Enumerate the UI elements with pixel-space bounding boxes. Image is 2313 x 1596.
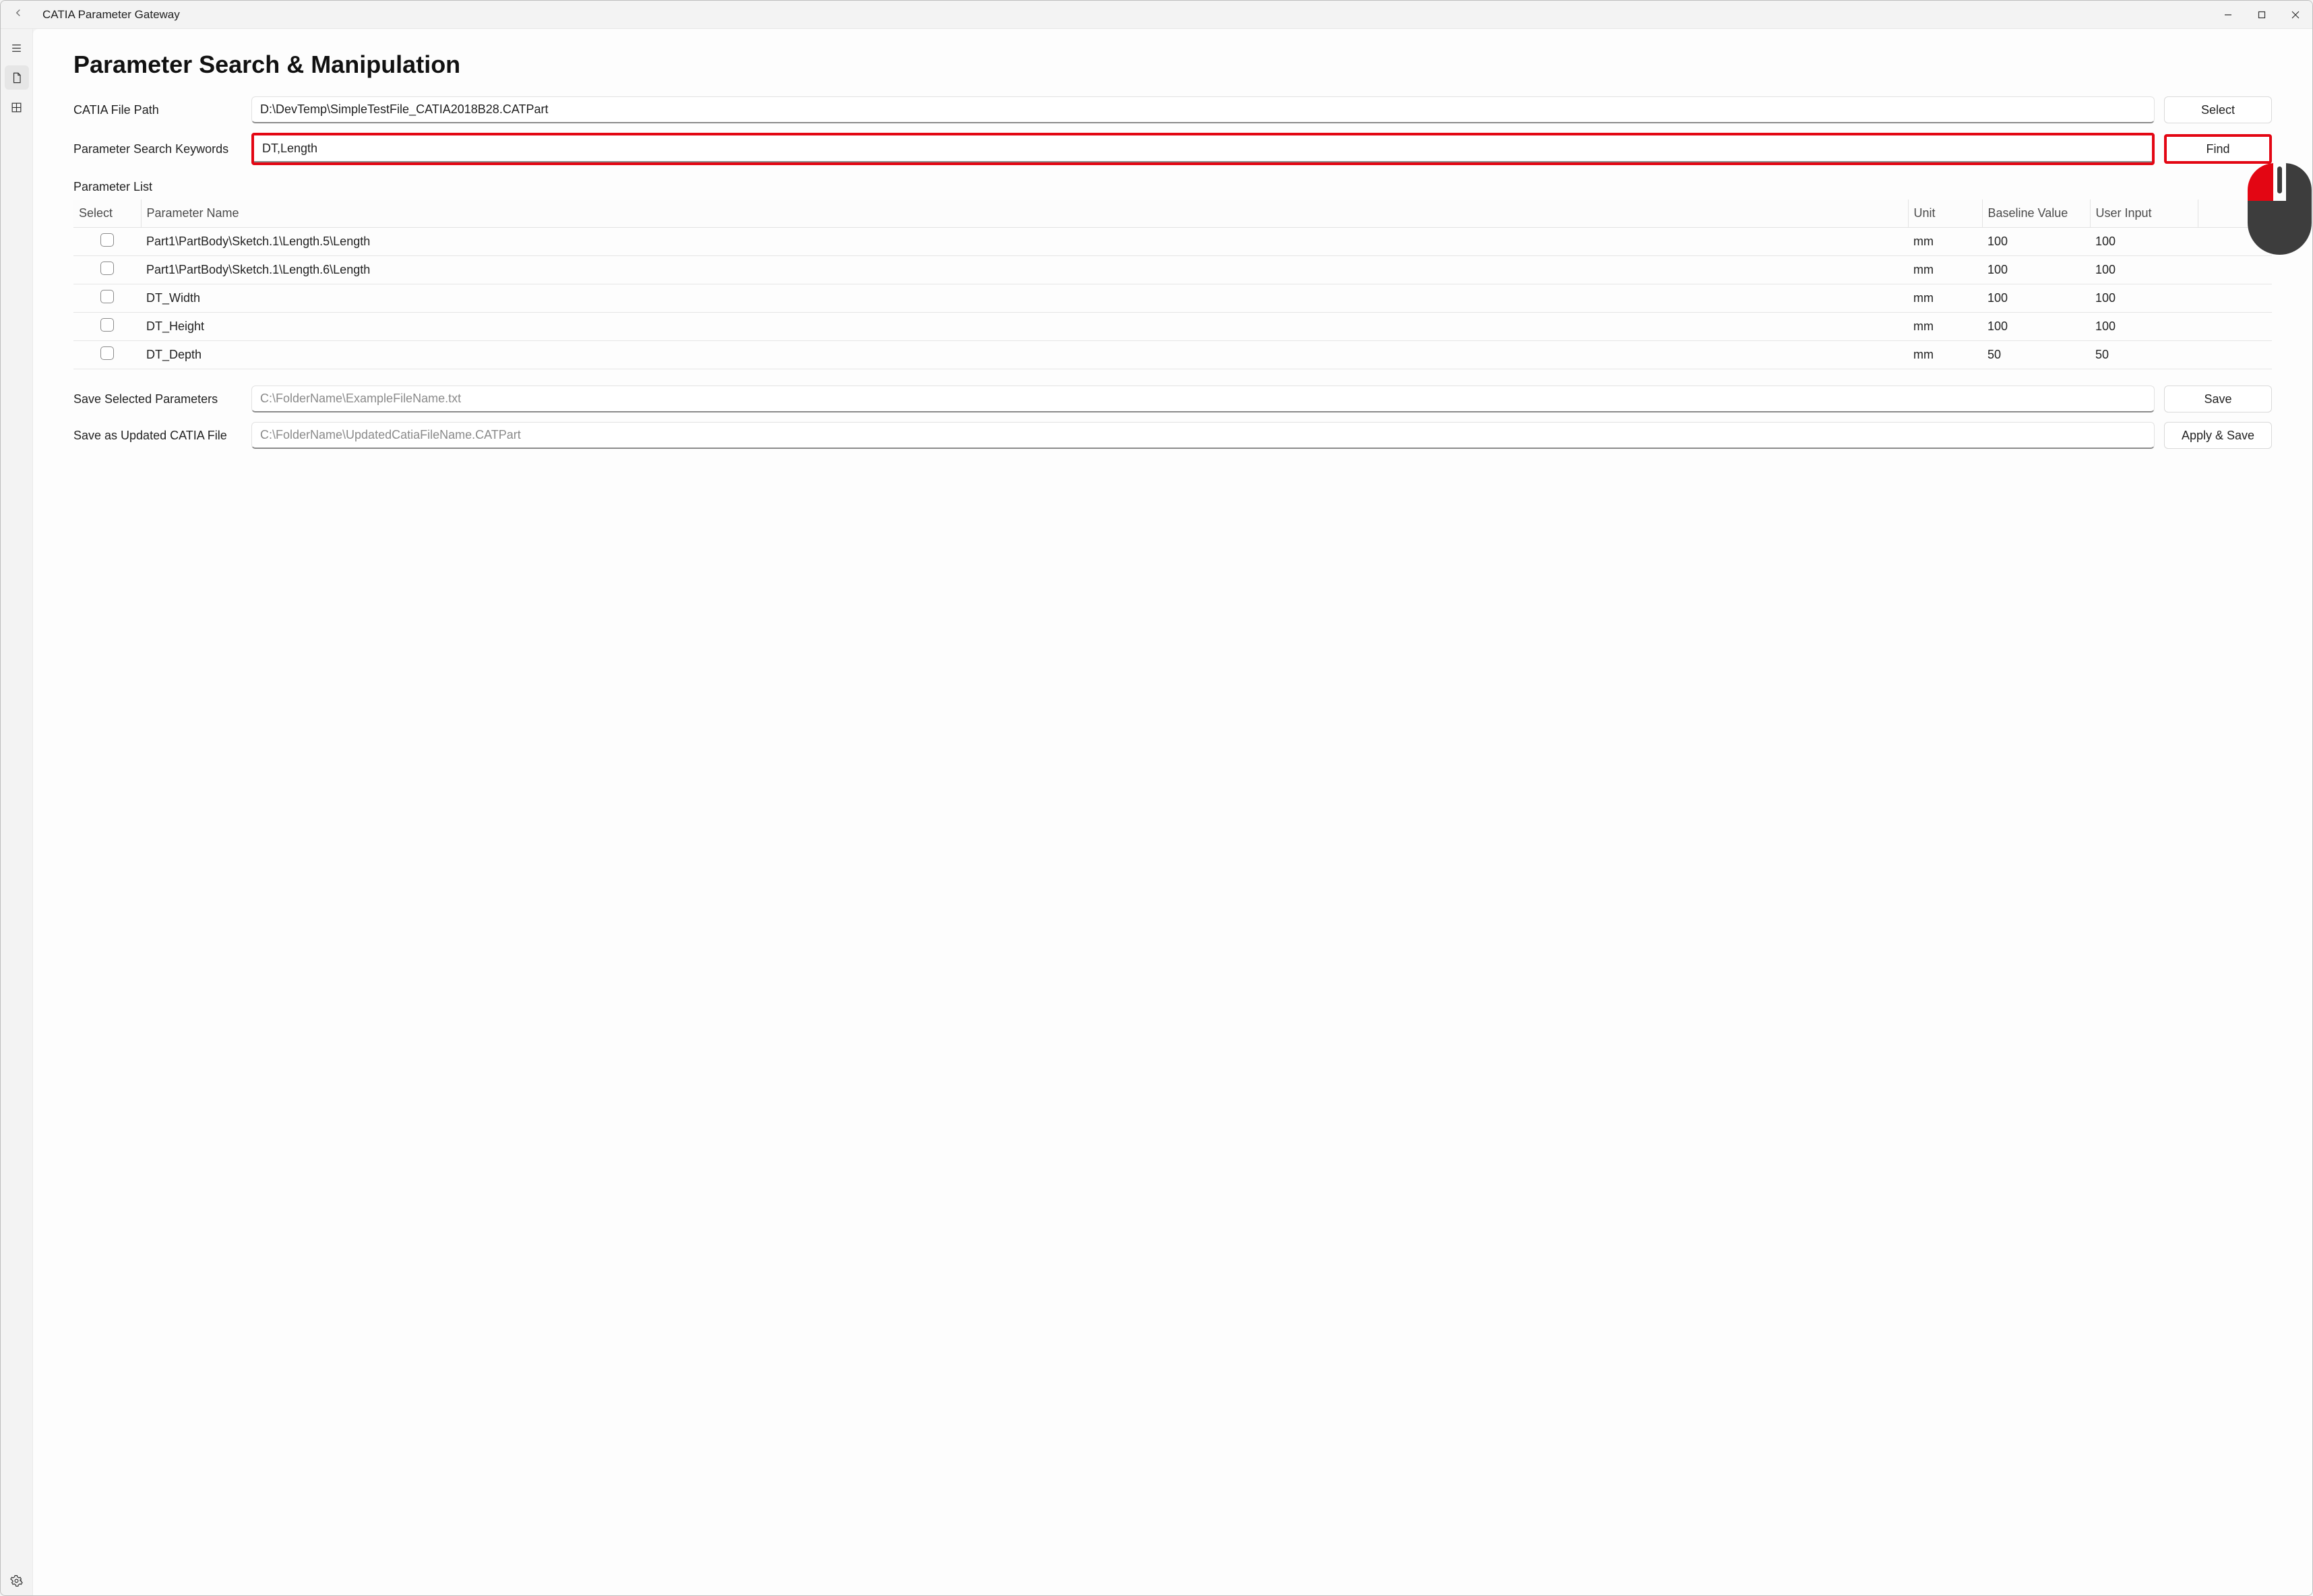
cell-name: DT_Depth [141, 341, 1908, 369]
table-row[interactable]: DT_Widthmm100100 [73, 284, 2272, 313]
row-checkbox[interactable] [100, 262, 114, 275]
back-button[interactable] [1, 7, 36, 22]
cell-name: DT_Height [141, 313, 1908, 341]
col-name[interactable]: Parameter Name [141, 200, 1908, 228]
cell-baseline: 100 [1982, 284, 2090, 313]
settings-icon[interactable] [5, 1568, 29, 1593]
titlebar: CATIA Parameter Gateway [1, 1, 2312, 29]
table-row[interactable]: DT_Heightmm100100 [73, 313, 2272, 341]
col-user[interactable]: User Input [2090, 200, 2198, 228]
save-catia-label: Save as Updated CATIA File [73, 429, 242, 443]
keywords-input[interactable] [254, 135, 2152, 162]
table-row[interactable]: DT_Depthmm5050 [73, 341, 2272, 369]
grid-icon[interactable] [5, 95, 29, 119]
file-path-input[interactable] [251, 96, 2155, 123]
col-select[interactable]: Select [73, 200, 141, 228]
keywords-label: Parameter Search Keywords [73, 142, 242, 156]
hamburger-icon[interactable] [5, 36, 29, 60]
cell-baseline: 100 [1982, 256, 2090, 284]
cell-unit: mm [1908, 341, 1982, 369]
cell-unit: mm [1908, 284, 1982, 313]
cell-unit: mm [1908, 228, 1982, 256]
cell-user[interactable]: 100 [2090, 284, 2198, 313]
cell-baseline: 100 [1982, 313, 2090, 341]
col-unit[interactable]: Unit [1908, 200, 1982, 228]
page-title: Parameter Search & Manipulation [73, 51, 2272, 79]
cell-user[interactable]: 50 [2090, 341, 2198, 369]
cell-name: Part1\PartBody\Sketch.1\Length.5\Length [141, 228, 1908, 256]
param-list-label: Parameter List [73, 180, 2272, 194]
row-checkbox[interactable] [100, 233, 114, 247]
cell-unit: mm [1908, 313, 1982, 341]
cell-name: Part1\PartBody\Sketch.1\Length.6\Length [141, 256, 1908, 284]
parameter-table: Select Parameter Name Unit Baseline Valu… [73, 200, 2272, 369]
table-row[interactable]: Part1\PartBody\Sketch.1\Length.5\Lengthm… [73, 228, 2272, 256]
save-button[interactable]: Save [2164, 386, 2272, 412]
cell-baseline: 100 [1982, 228, 2090, 256]
row-checkbox[interactable] [100, 290, 114, 303]
document-icon[interactable] [5, 65, 29, 90]
sidebar [1, 29, 33, 1595]
maximize-button[interactable] [2245, 1, 2279, 28]
find-button[interactable]: Find [2167, 137, 2269, 161]
table-row[interactable]: Part1\PartBody\Sketch.1\Length.6\Lengthm… [73, 256, 2272, 284]
cell-user[interactable]: 100 [2090, 256, 2198, 284]
row-checkbox[interactable] [100, 318, 114, 332]
cell-user[interactable]: 100 [2090, 228, 2198, 256]
select-button[interactable]: Select [2164, 96, 2272, 123]
minimize-button[interactable] [2211, 1, 2245, 28]
cell-baseline: 50 [1982, 341, 2090, 369]
file-path-label: CATIA File Path [73, 103, 242, 117]
save-params-input[interactable] [251, 386, 2155, 412]
col-base[interactable]: Baseline Value [1982, 200, 2090, 228]
save-catia-input[interactable] [251, 422, 2155, 449]
window-title: CATIA Parameter Gateway [42, 8, 180, 22]
cell-name: DT_Width [141, 284, 1908, 313]
close-button[interactable] [2279, 1, 2312, 28]
save-params-label: Save Selected Parameters [73, 392, 242, 406]
cell-unit: mm [1908, 256, 1982, 284]
apply-save-button[interactable]: Apply & Save [2164, 422, 2272, 449]
row-checkbox[interactable] [100, 346, 114, 360]
cell-user[interactable]: 100 [2090, 313, 2198, 341]
